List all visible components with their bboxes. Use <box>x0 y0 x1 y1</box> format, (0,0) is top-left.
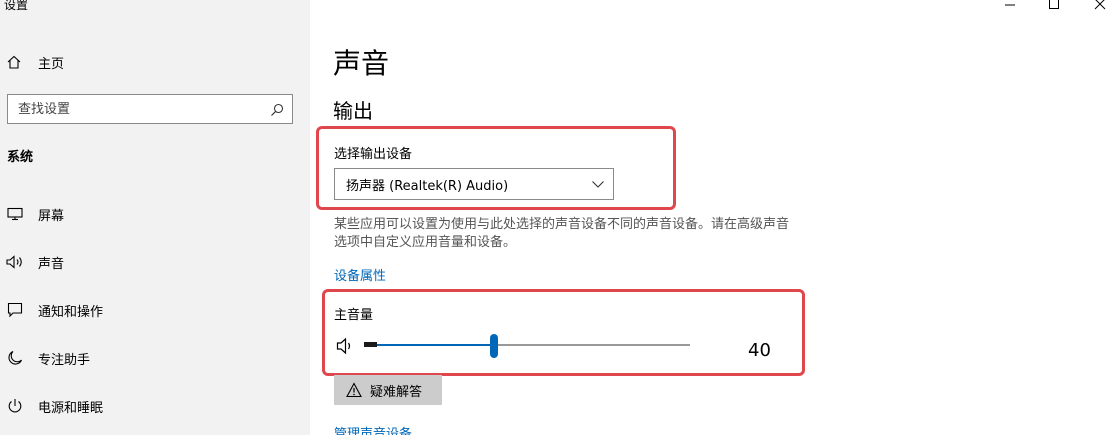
minimize-button[interactable] <box>1000 0 1020 12</box>
minimize-icon <box>1005 4 1015 6</box>
sidebar-item-label: 电源和睡眠 <box>38 400 104 416</box>
search-icon[interactable] <box>270 102 284 116</box>
slider-start-mark <box>364 342 377 347</box>
highlight-box-master-volume <box>322 289 805 376</box>
speaker-icon <box>6 253 24 271</box>
sidebar-item-power-sleep[interactable]: 电源和睡眠 <box>6 396 103 416</box>
sidebar-item-sound[interactable]: 声音 <box>6 252 64 272</box>
monitor-icon <box>6 205 24 223</box>
master-volume-label: 主音量 <box>334 308 374 323</box>
troubleshoot-button[interactable]: 疑难解答 <box>334 375 442 405</box>
moon-icon <box>6 349 24 367</box>
volume-value: 40 <box>748 340 771 361</box>
close-icon <box>1094 0 1106 10</box>
sidebar-item-home[interactable]: 主页 <box>6 52 64 72</box>
search-input[interactable] <box>18 101 258 117</box>
sidebar-item-focus-assist[interactable]: 专注助手 <box>6 348 90 368</box>
output-device-value: 扬声器 (Realtek(R) Audio) <box>346 178 509 194</box>
slider-thumb[interactable] <box>490 334 498 358</box>
sidebar-item-label: 声音 <box>38 256 65 272</box>
warning-icon <box>346 382 362 398</box>
output-device-dropdown[interactable]: 扬声器 (Realtek(R) Audio) <box>334 168 614 200</box>
notification-icon <box>6 301 24 319</box>
troubleshoot-label: 疑难解答 <box>370 384 423 400</box>
maximize-button[interactable] <box>1044 0 1064 12</box>
chevron-down-icon <box>592 181 604 188</box>
device-properties-link[interactable]: 设备属性 <box>334 265 386 284</box>
sidebar-item-display[interactable]: 屏幕 <box>6 204 64 224</box>
power-icon <box>6 397 24 415</box>
volume-icon[interactable] <box>336 336 356 356</box>
sidebar-item-label: 专注助手 <box>38 352 91 368</box>
manage-sound-devices-link[interactable]: 管理声音设备 <box>334 423 412 435</box>
output-description: 某些应用可以设置为使用与此处选择的声音设备不同的声音设备。请在高级声音选项中自定… <box>334 217 790 250</box>
device-label: 选择输出设备 <box>334 147 413 162</box>
sidebar: 设置 主页 系统 屏幕 声音 通知和操作 专注助手 <box>0 0 310 435</box>
maximize-icon <box>1049 0 1059 9</box>
sidebar-item-label: 屏幕 <box>38 208 65 224</box>
slider-fill <box>364 344 494 346</box>
page-title: 声音 <box>333 47 390 80</box>
master-volume-slider[interactable] <box>364 334 690 358</box>
sidebar-item-label: 通知和操作 <box>38 304 104 320</box>
app-title: 设置 <box>4 0 29 12</box>
sidebar-item-notifications[interactable]: 通知和操作 <box>6 300 103 320</box>
home-icon <box>6 54 22 70</box>
output-heading: 输出 <box>333 99 373 123</box>
section-label-system: 系统 <box>7 150 34 165</box>
search-box[interactable] <box>7 94 293 124</box>
sidebar-item-label: 主页 <box>38 56 65 72</box>
close-button[interactable] <box>1090 0 1110 12</box>
